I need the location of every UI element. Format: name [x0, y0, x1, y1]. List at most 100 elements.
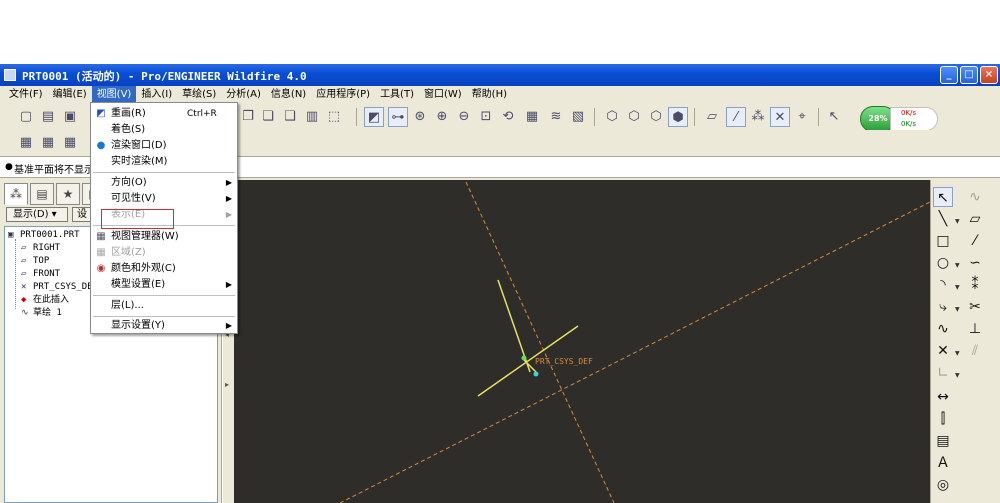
datum-axis-display-icon[interactable]: ⁄	[726, 107, 746, 127]
tree-item-top[interactable]: ▱ TOP	[21, 255, 49, 267]
open-file-icon[interactable]: ▤	[38, 107, 58, 127]
tab-folder-browser[interactable]: ▤	[30, 183, 54, 205]
normal-dimension-icon[interactable]: ↔	[933, 387, 953, 407]
email-icon[interactable]: ▦	[60, 133, 80, 153]
tree-item-front[interactable]: ▱ FRONT	[21, 268, 60, 280]
rectangle-icon[interactable]: □	[933, 231, 953, 251]
repaint-icon: ◩	[96, 108, 106, 119]
line-icon[interactable]: ╲	[933, 209, 953, 229]
tree-item-sketch[interactable]: ∿ 草绘 1	[21, 307, 62, 319]
expand-arrow-icon[interactable]: ▸	[225, 380, 229, 389]
layers-icon[interactable]: ≋	[546, 107, 566, 127]
graphics-window[interactable]: PRT_CSYS_DEF	[234, 180, 930, 503]
tab-favorites[interactable]: ★	[56, 183, 80, 205]
menu-item-view-manager[interactable]: ▦ 视图管理器(W)	[91, 229, 237, 245]
csys-display-icon[interactable]: ✕	[770, 107, 790, 127]
circle-icon[interactable]: ○	[933, 253, 953, 273]
sketch-tools-toolbar: ↖ ∿ ╲ ▼ ▱ □ ⁄ ○ ▼ ∽ ◝ ▼ ⁑ ⤷ ▼ ✂ ∿ ⊥ ✕ ▼ …	[930, 180, 1000, 503]
dimension-icon[interactable]: ⊥	[965, 319, 985, 339]
tree-item-insert-here[interactable]: ◆ 在此插入	[21, 294, 69, 306]
wireframe-icon[interactable]: ⬡	[602, 107, 622, 127]
menu-item-orientation[interactable]: 方向(O) ▶	[91, 175, 237, 191]
dropdown-arrow-icon[interactable]: ▼	[955, 306, 960, 313]
proe-window: PRT0001 (活动的) - Pro/ENGINEER Wildfire 4.…	[0, 64, 1000, 503]
menu-item-label: 实时渲染(M)	[111, 156, 168, 167]
constraints-icon[interactable]: ▤	[933, 431, 953, 451]
settings-dropdown-button[interactable]: 设	[72, 207, 92, 222]
menu-item-shade[interactable]: 着色(S)	[91, 122, 237, 138]
menu-item-display-settings[interactable]: 显示设置(Y) ▶	[91, 318, 237, 334]
selection-box-icon[interactable]: ⬚	[324, 107, 344, 127]
context-help-icon[interactable]: ↖	[824, 107, 844, 127]
tree-item-right[interactable]: ▱ RIGHT	[21, 242, 60, 254]
datum-point-display-icon[interactable]: ⁂	[748, 107, 768, 127]
dropdown-arrow-icon[interactable]: ▼	[955, 262, 960, 269]
sketch-icon: ∿	[21, 308, 29, 318]
fillet-icon[interactable]: ⤷	[933, 297, 953, 317]
maximize-button[interactable]: □	[960, 66, 978, 84]
select-arrow-icon[interactable]: ↖	[933, 187, 953, 207]
shading-icon[interactable]: ⬢	[668, 107, 688, 127]
csys-tool-icon[interactable]: ✕	[933, 341, 953, 361]
menu-item-repaint[interactable]: ◩ 重画(R) Ctrl+R	[91, 106, 237, 122]
new-file-icon[interactable]: ▢	[16, 107, 36, 127]
menu-info[interactable]: 信息(N)	[266, 86, 311, 104]
menu-item-render-window[interactable]: ● 渲染窗口(D)	[91, 138, 237, 154]
no-hidden-icon[interactable]: ⬡	[646, 107, 666, 127]
tree-item-part[interactable]: ▣ PRT0001.PRT	[8, 229, 80, 241]
menu-tools[interactable]: 工具(T)	[375, 86, 419, 104]
orient-icon[interactable]: ⊛	[410, 107, 430, 127]
menu-item-model-setup[interactable]: 模型设置(E) ▶	[91, 277, 237, 293]
rectangle-slant-icon[interactable]: ▱	[965, 209, 985, 229]
regenerate-icon[interactable]: ▥	[302, 107, 322, 127]
spline-icon[interactable]: ∽	[965, 253, 985, 273]
sketch-view-icon[interactable]: ◩	[364, 107, 384, 127]
dropdown-arrow-icon[interactable]: ▼	[955, 284, 960, 291]
dropdown-arrow-icon[interactable]: ▼	[955, 372, 960, 379]
menu-item-layers[interactable]: 层(L)...	[91, 298, 237, 314]
spline-curve-icon[interactable]: ∿	[933, 319, 953, 339]
menu-edit[interactable]: 编辑(E)	[48, 86, 92, 104]
palette-icon[interactable]: ◎	[933, 475, 953, 495]
view-manager-icon[interactable]: ▧	[568, 107, 588, 127]
csys-point-marker	[533, 371, 539, 377]
show-dropdown-button[interactable]: 显示(D) ▾	[6, 207, 68, 222]
refit-icon[interactable]: ⊡	[476, 107, 496, 127]
zoom-out-icon[interactable]: ⊖	[454, 107, 474, 127]
model-tree-tool-icon[interactable]: ▦	[16, 133, 36, 153]
annotation-display-icon[interactable]: ⌖	[792, 107, 812, 127]
slanted-line-icon[interactable]: ⁄	[965, 231, 985, 251]
save-icon[interactable]: ▣	[60, 107, 80, 127]
spin-center-icon[interactable]: ⊶	[388, 107, 408, 127]
hidden-line-icon[interactable]: ⬡	[624, 107, 644, 127]
tab-model-tree[interactable]: ⁂	[4, 183, 28, 205]
datum-plane-display-icon[interactable]: ▱	[702, 107, 722, 127]
paste-icon[interactable]: ❏	[258, 107, 278, 127]
menu-item-realtime-render[interactable]: 实时渲染(M)	[91, 154, 237, 170]
text-icon[interactable]: Ａ	[933, 453, 953, 473]
reorient-icon[interactable]: ⟲	[498, 107, 518, 127]
modify-icon[interactable]: ⫿	[933, 409, 953, 429]
arc-icon[interactable]: ◝	[933, 275, 953, 295]
menu-item-label: 显示设置(Y)	[111, 320, 165, 331]
tree-item-csys[interactable]: ✕ PRT_CSYS_DEF	[21, 281, 98, 293]
trim-icon[interactable]: ✂	[965, 297, 985, 317]
copy-icon[interactable]: ❐	[238, 107, 258, 127]
close-button[interactable]: ×	[980, 66, 998, 84]
menu-help[interactable]: 帮助(H)	[467, 86, 512, 104]
menu-item-visibility[interactable]: 可见性(V) ▶	[91, 191, 237, 207]
menu-applications[interactable]: 应用程序(P)	[311, 86, 375, 104]
menu-item-color-appearance[interactable]: ◉ 颜色和外观(C)	[91, 261, 237, 277]
print-icon[interactable]: ▦	[38, 133, 58, 153]
csys-origin-marker	[521, 355, 527, 361]
point-icon[interactable]: ⁑	[965, 275, 985, 295]
menu-window[interactable]: 窗口(W)	[419, 86, 467, 104]
minimize-button[interactable]: _	[940, 66, 958, 84]
paste-special-icon[interactable]: ❑	[280, 107, 300, 127]
saved-views-icon[interactable]: ▦	[522, 107, 542, 127]
menu-file[interactable]: 文件(F)	[4, 86, 48, 104]
zoom-in-icon[interactable]: ⊕	[432, 107, 452, 127]
dropdown-arrow-icon[interactable]: ▼	[955, 350, 960, 357]
render-icon: ●	[96, 140, 106, 151]
dropdown-arrow-icon[interactable]: ▼	[955, 218, 960, 225]
